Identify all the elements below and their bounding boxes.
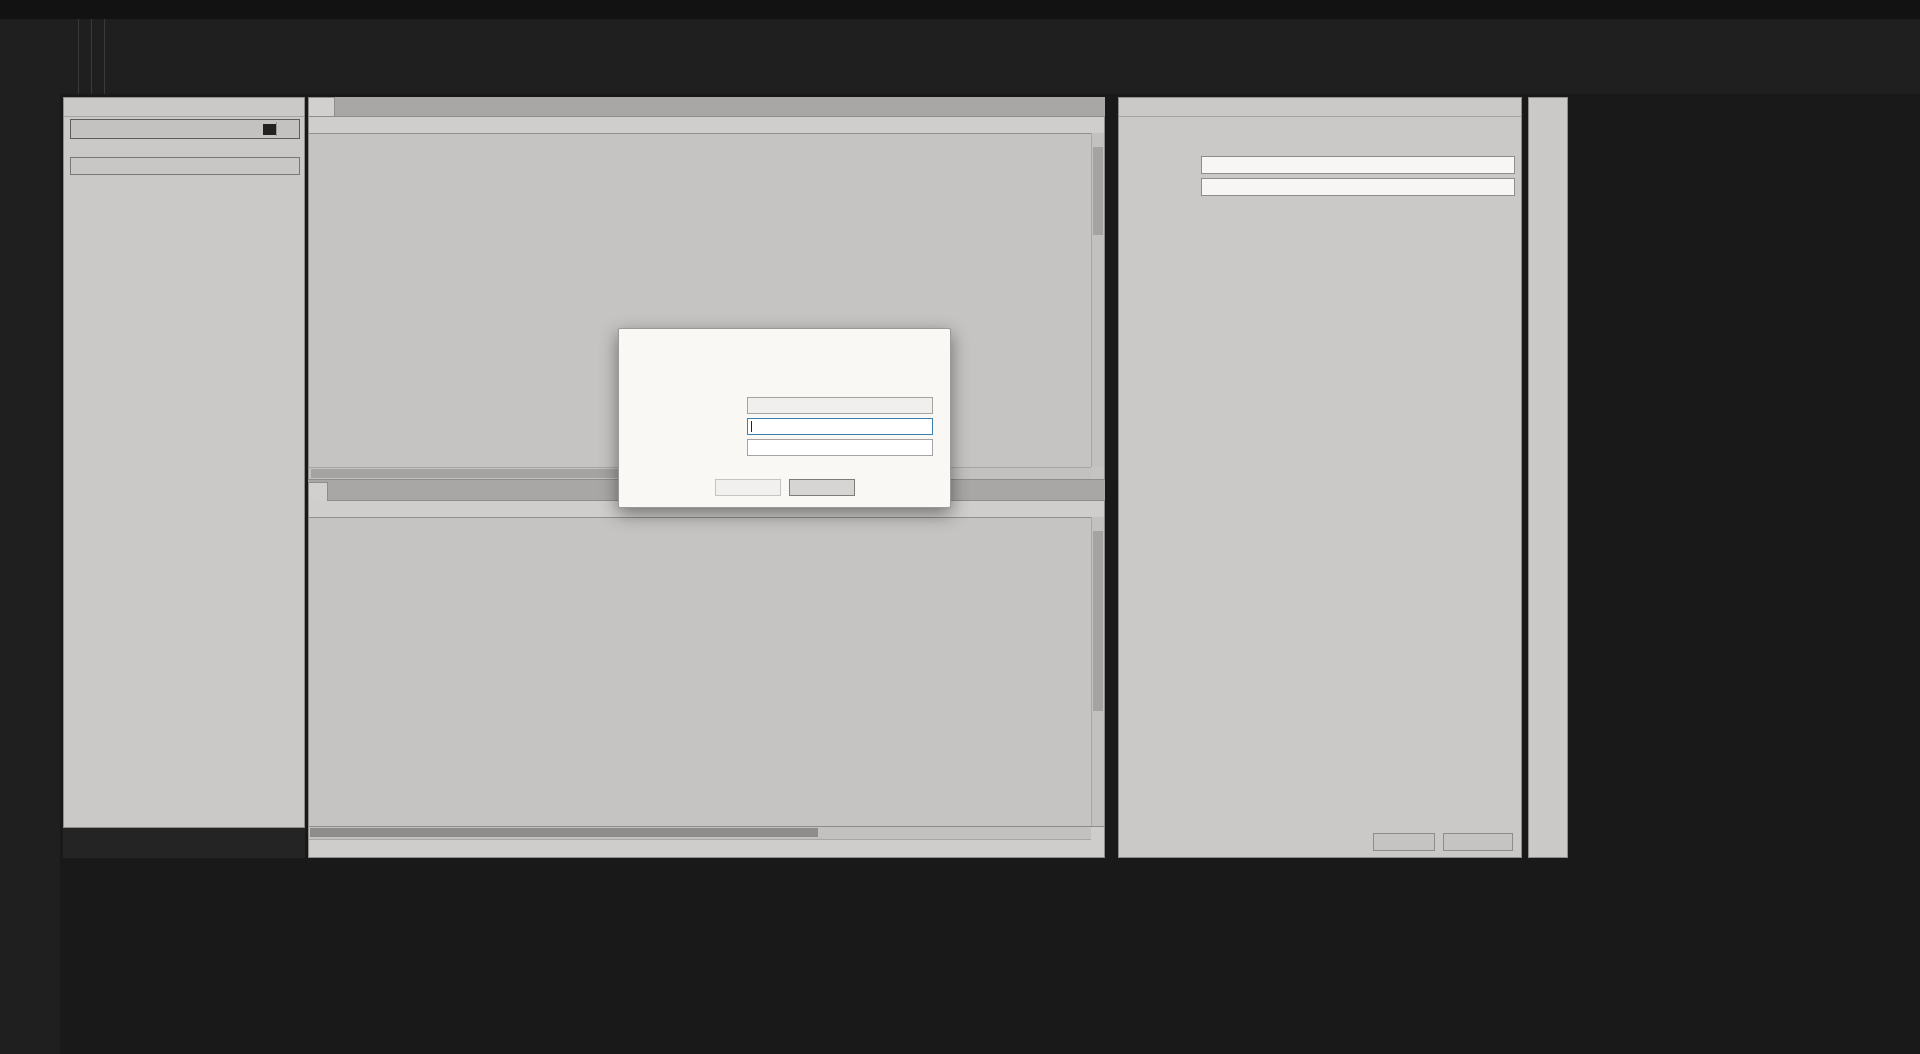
ribbon-group-room-name-description <box>79 19 92 94</box>
tab-rooms-office[interactable] <box>308 482 328 501</box>
pin-icon[interactable] <box>284 100 298 114</box>
room-name-description-field[interactable] <box>747 418 933 435</box>
chevron-down-icon[interactable] <box>263 123 276 135</box>
report-icon[interactable] <box>1090 841 1101 855</box>
ribbon-group-view <box>92 19 105 94</box>
scrollbar-thumb[interactable] <box>310 828 819 837</box>
add-filter-button[interactable] <box>70 157 300 175</box>
close-icon[interactable] <box>1501 100 1515 114</box>
menubar <box>0 0 1920 19</box>
vertical-scrollbar[interactable] <box>1091 517 1104 826</box>
rooms-status-bar <box>308 826 1105 858</box>
text-cursor <box>751 421 752 432</box>
rooms-table <box>308 500 1105 826</box>
ok-button[interactable] <box>715 479 781 496</box>
properties-title <box>1119 98 1521 117</box>
pin-icon[interactable] <box>1487 100 1501 114</box>
navigation-pane-title <box>64 98 304 117</box>
save-button[interactable] <box>1443 833 1513 851</box>
undo-button[interactable] <box>1373 833 1435 851</box>
tab-room-names[interactable] <box>308 97 335 116</box>
name-on-drawing-field[interactable] <box>1201 178 1515 196</box>
scrollbar-thumb[interactable] <box>1093 531 1103 711</box>
right-icon-strip <box>1528 97 1568 858</box>
room-name-icon <box>1131 124 1165 158</box>
properties-pane <box>1118 97 1522 858</box>
room-name-icon <box>643 347 675 379</box>
scroll-up-icon[interactable] <box>1092 133 1104 145</box>
horizontal-scrollbar[interactable] <box>309 827 1091 840</box>
scroll-down-icon[interactable] <box>1092 455 1104 467</box>
cancel-button[interactable] <box>789 479 855 496</box>
navigation-pane <box>63 97 305 828</box>
room-names-header <box>309 117 1104 134</box>
scrollbar-thumb[interactable] <box>1093 147 1103 235</box>
left-rail <box>0 19 60 1054</box>
add-room-name-description-dialog <box>618 328 951 508</box>
report-icon[interactable] <box>1093 809 1104 823</box>
app-window <box>0 0 1920 1054</box>
vertical-scrollbar[interactable] <box>1091 133 1104 467</box>
bottom-search-bar[interactable] <box>63 828 305 858</box>
room-name-field[interactable] <box>747 397 933 414</box>
ribbon <box>0 19 1920 94</box>
ribbon-group-room-name <box>66 19 79 94</box>
name-field[interactable] <box>1201 156 1515 174</box>
scroll-up-icon[interactable] <box>1092 517 1104 529</box>
search-box[interactable] <box>70 119 300 139</box>
name-on-drawing-field[interactable] <box>747 439 933 456</box>
